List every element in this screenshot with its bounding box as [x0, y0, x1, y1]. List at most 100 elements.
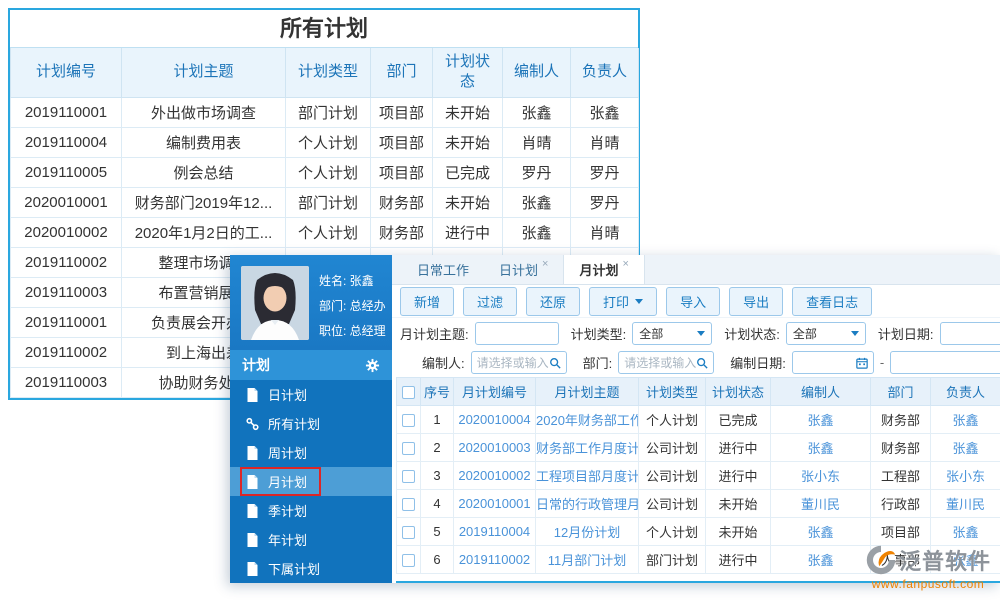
compiler-label: 编制人:: [422, 353, 465, 372]
sidebar-item-week-plan[interactable]: 周计划: [230, 438, 392, 467]
user-info-value: 总经理: [350, 324, 386, 338]
view-log-button[interactable]: 查看日志: [792, 287, 872, 316]
cell-plan-no[interactable]: 2020010002: [454, 462, 536, 490]
cell-owner[interactable]: 张小东: [931, 462, 1000, 490]
sidebar-item-label: 季计划: [268, 501, 307, 520]
tab-month-plan[interactable]: 月计划×: [563, 255, 644, 284]
row-checkbox[interactable]: [402, 442, 415, 455]
cell-seq: 1: [421, 406, 454, 434]
restore-button[interactable]: 还原: [526, 287, 580, 316]
file-icon: [246, 533, 259, 547]
print-button[interactable]: 打印: [589, 287, 657, 316]
select-all-checkbox[interactable]: [402, 386, 415, 399]
search-icon[interactable]: [549, 357, 561, 369]
cell-plan-no[interactable]: 2019110002: [454, 546, 536, 574]
add-button[interactable]: 新增: [400, 287, 454, 316]
cell-subject[interactable]: 日常的行政管理月计划: [536, 490, 639, 518]
gear-icon[interactable]: [365, 358, 380, 373]
compile-date-to-input[interactable]: [890, 351, 1000, 374]
filter-button[interactable]: 过滤: [463, 287, 517, 316]
sidebar-item-quarter-plan[interactable]: 季计划: [230, 496, 392, 525]
dept-picker[interactable]: [618, 351, 714, 374]
cell-status: 进行中: [706, 546, 771, 574]
compiler-input[interactable]: [477, 356, 549, 370]
row-checkbox[interactable]: [402, 526, 415, 539]
row-checkbox[interactable]: [402, 470, 415, 483]
cell-subject[interactable]: 11月部门计划: [536, 546, 639, 574]
bg-table-cell: 未开始: [433, 127, 503, 157]
cell-subject[interactable]: 12月份计划: [536, 518, 639, 546]
main-content: 日常工作日计划×月计划× 新增过滤还原打印导入导出查看日志 月计划主题: 计划类…: [392, 255, 1000, 583]
compile-date-from-input[interactable]: [798, 356, 856, 370]
bg-table-cell: 2019110002: [11, 247, 122, 277]
row-checkbox[interactable]: [402, 554, 415, 567]
monthly-subject-input[interactable]: [475, 322, 559, 345]
cell-subject[interactable]: 财务部工作月度计划: [536, 434, 639, 462]
user-info-text: 姓名: 张鑫部门: 总经办职位: 总经理: [319, 266, 386, 342]
cell-owner[interactable]: 张鑫: [931, 434, 1000, 462]
cell-compiler[interactable]: 张小东: [771, 462, 871, 490]
cell-plan-no[interactable]: 2020010001: [454, 490, 536, 518]
calendar-icon[interactable]: [856, 357, 868, 369]
bg-table-cell: 2019110004: [11, 127, 122, 157]
fg-column-header: 月计划主题: [536, 378, 639, 406]
sidebar-item-label: 周计划: [268, 443, 307, 462]
button-label: 查看日志: [806, 292, 858, 311]
sidebar-item-month-plan[interactable]: 月计划: [230, 467, 392, 496]
compiler-picker[interactable]: [471, 351, 567, 374]
row-checkbox[interactable]: [402, 498, 415, 511]
sidebar-item-label: 所有计划: [268, 414, 320, 433]
cell-plan-no[interactable]: 2020010004: [454, 406, 536, 434]
cell-type: 个人计划: [639, 406, 706, 434]
row-checkbox[interactable]: [402, 414, 415, 427]
tab-daily-work[interactable]: 日常工作: [402, 255, 484, 284]
cell-plan-no[interactable]: 2020010003: [454, 434, 536, 462]
export-button[interactable]: 导出: [729, 287, 783, 316]
cell-type: 公司计划: [639, 462, 706, 490]
plan-date-label: 计划日期:: [878, 324, 934, 343]
sidebar-item-subordinate-plan[interactable]: 下属计划: [230, 554, 392, 583]
fg-table-row: 32020010002工程项目部月度计划公司计划进行中张小东工程部张小东: [397, 462, 1000, 490]
caret-down-icon: [851, 331, 859, 336]
bg-table-cell: 个人计划: [286, 127, 371, 157]
search-icon[interactable]: [696, 357, 708, 369]
cell-compiler[interactable]: 张鑫: [771, 406, 871, 434]
close-icon[interactable]: ×: [542, 258, 548, 270]
import-button[interactable]: 导入: [666, 287, 720, 316]
user-photo: [241, 266, 309, 340]
plan-date-input[interactable]: [940, 322, 1000, 345]
all-plans-title: 所有计划: [10, 10, 638, 48]
compile-date-from[interactable]: [792, 351, 874, 374]
caret-down-icon: [635, 299, 643, 304]
user-info-line: 部门: 总经办: [319, 294, 386, 319]
bg-table-cell: 项目部: [371, 157, 433, 187]
close-icon[interactable]: ×: [622, 258, 628, 270]
bg-table-cell: 项目部: [371, 127, 433, 157]
sidebar-item-day-plan[interactable]: 日计划: [230, 380, 392, 409]
cell-compiler[interactable]: 张鑫: [771, 518, 871, 546]
cell-compiler[interactable]: 董川民: [771, 490, 871, 518]
bg-table-cell: 张鑫: [503, 97, 571, 127]
cell-subject[interactable]: 工程项目部月度计划: [536, 462, 639, 490]
fg-column-header: 月计划编号: [454, 378, 536, 406]
bg-table-cell: 编制费用表: [122, 127, 286, 157]
cell-owner[interactable]: 张鑫: [931, 518, 1000, 546]
dept-input[interactable]: [624, 356, 696, 370]
plan-type-select[interactable]: 全部: [632, 322, 712, 345]
cell-compiler[interactable]: 张鑫: [771, 434, 871, 462]
file-icon: [246, 504, 259, 518]
tab-day-plan[interactable]: 日计划×: [484, 255, 563, 284]
cell-dept: 工程部: [871, 462, 931, 490]
fg-column-header: 编制人: [771, 378, 871, 406]
cell-subject[interactable]: 2020年财务部工作月...: [536, 406, 639, 434]
sidebar-item-year-plan[interactable]: 年计划: [230, 525, 392, 554]
cell-plan-no[interactable]: 2019110004: [454, 518, 536, 546]
cell-owner[interactable]: 张鑫: [931, 406, 1000, 434]
monthly-subject-label: 月计划主题:: [400, 324, 469, 343]
cell-owner[interactable]: 董川民: [931, 490, 1000, 518]
button-label: 还原: [540, 292, 566, 311]
bg-column-header: 负责人: [571, 48, 639, 97]
fg-table-row: 5201911000412月份计划个人计划未开始张鑫项目部张鑫: [397, 518, 1000, 546]
sidebar-item-all-plans[interactable]: 所有计划: [230, 409, 392, 438]
plan-status-select[interactable]: 全部: [786, 322, 866, 345]
